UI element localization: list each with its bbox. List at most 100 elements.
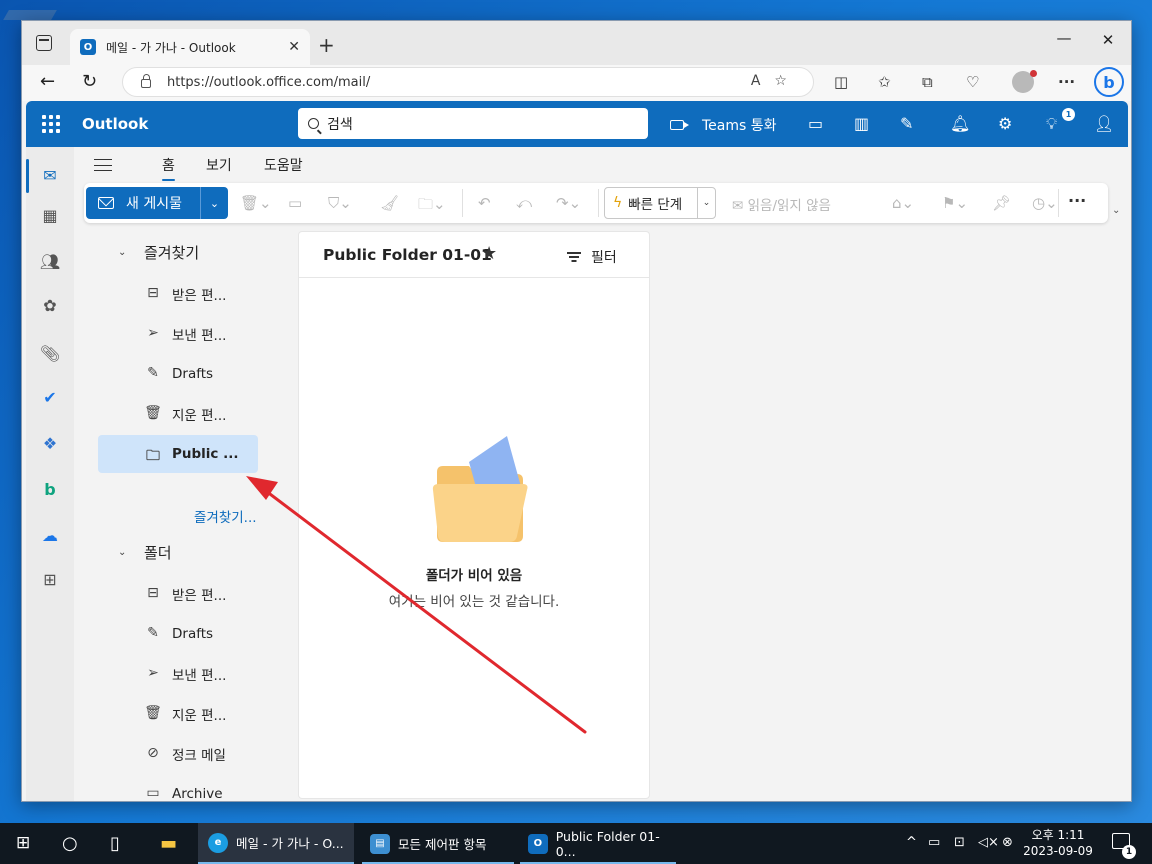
favorite-item-sent[interactable]: ➢ 보낸 편... — [98, 315, 258, 353]
browser-tab-outlook[interactable]: O 메일 - 가 가나 - Outlook ✕ — [70, 29, 310, 65]
more-apps-icon[interactable]: ⊞ — [40, 569, 60, 589]
taskbar-item-control-panel[interactable]: ▤ 모든 제어판 항목 — [360, 823, 516, 864]
notifications-bell-icon[interactable]: 🔔︎ — [950, 114, 970, 133]
meet-now-icon[interactable]: ▭ — [808, 114, 823, 133]
filter-button[interactable]: 필터 — [567, 247, 617, 267]
window-close-button[interactable]: ✕ — [1085, 31, 1131, 49]
taskbar-item-outlook[interactable]: O Public Folder 01-0... — [518, 823, 678, 864]
add-favorite-link[interactable]: 즐겨찾기... — [194, 506, 257, 526]
tab-help[interactable]: 도움말 — [264, 155, 303, 175]
read-aloud-favorite-icons[interactable]: A☆ — [751, 73, 801, 89]
reply-icon[interactable]: ↶ — [478, 194, 491, 212]
people-icon[interactable]: 👥︎ — [40, 251, 60, 271]
account-person-icon[interactable]: 👤︎ — [1094, 114, 1114, 133]
status-x-icon[interactable]: ⊗ — [1002, 835, 1013, 850]
tab-close-icon[interactable]: ✕ — [288, 39, 300, 55]
onedrive-cloud-icon[interactable]: ☁ — [40, 525, 60, 545]
folder-item-inbox[interactable]: ⊟ 받은 편... — [98, 575, 258, 613]
clock-time: 오후 1:11 — [1031, 828, 1085, 842]
favorite-item-public-folder[interactable]: 🗀 Public ... — [98, 435, 258, 473]
system-clock[interactable]: 오후 1:11 2023-09-09 — [1020, 827, 1096, 859]
office-apps-icon[interactable]: ❖ — [40, 433, 60, 453]
sweep-broom-icon[interactable]: 🧹︎ — [380, 194, 399, 212]
folder-label: 받은 편... — [172, 288, 227, 304]
favorites-icon[interactable]: ✩ — [878, 73, 891, 91]
folder-item-junk[interactable]: ⊘ 정크 메일 — [98, 735, 258, 773]
favorite-item-inbox[interactable]: ⊟ 받은 편... — [98, 275, 258, 313]
read-unread-button[interactable]: ✉ 읽음/읽지 않음 — [732, 194, 831, 214]
split-screen-icon[interactable]: ◫ — [834, 73, 848, 91]
favorite-item-deleted[interactable]: 🗑︎ 지운 편... — [98, 395, 258, 433]
desktop-icon[interactable] — [3, 10, 57, 20]
tag-icon[interactable]: ⌂⌄ — [892, 194, 914, 212]
snooze-clock-icon[interactable]: ◷⌄ — [1032, 194, 1058, 212]
mail-icon[interactable]: ✉ — [40, 165, 60, 185]
clock-date: 2023-09-09 — [1023, 844, 1093, 858]
my-day-icon[interactable]: ✎ — [900, 114, 913, 133]
new-tab-button[interactable]: + — [318, 33, 335, 57]
delete-icon[interactable]: 🗑︎⌄ — [240, 194, 272, 212]
favorites-header[interactable]: 즐겨찾기 — [144, 242, 199, 263]
folder-item-deleted[interactable]: 🗑︎ 지운 편... — [98, 695, 258, 733]
collections-icon[interactable]: ⧉ — [922, 73, 933, 91]
power-battery-icon[interactable]: ▭ — [928, 835, 940, 850]
rail-active-indicator — [26, 159, 29, 193]
windows-start-icon[interactable]: ⊞ — [16, 833, 30, 853]
forward-icon[interactable]: ↷⌄ — [556, 194, 581, 212]
folder-item-sent[interactable]: ➢ 보낸 편... — [98, 655, 258, 693]
window-minimize-button[interactable]: — — [1041, 29, 1087, 47]
report-shield-icon[interactable]: ⛉⌄ — [328, 194, 352, 212]
folders-header[interactable]: 폴더 — [144, 542, 172, 563]
favorites-collapse-chevron-icon[interactable]: ⌄ — [118, 247, 126, 258]
show-hidden-icons-chevron-icon[interactable]: ^ — [906, 835, 917, 850]
folders-collapse-chevron-icon[interactable]: ⌄ — [118, 547, 126, 558]
reply-all-icon[interactable]: ⤺ — [516, 194, 532, 212]
favorite-item-drafts[interactable]: ✎ Drafts — [98, 355, 258, 393]
search-placeholder: 검색 — [327, 116, 353, 133]
tab-home[interactable]: 홈 — [162, 155, 175, 181]
task-view-icon[interactable]: ▯ — [110, 833, 120, 854]
groups-icon[interactable]: ✿ — [40, 295, 60, 315]
folder-label: 보낸 편... — [172, 668, 227, 684]
attachment-icon[interactable]: 📎︎ — [40, 343, 60, 363]
file-explorer-icon[interactable]: ▬ — [160, 833, 177, 854]
teams-call-button[interactable]: Teams 통화 — [670, 115, 777, 135]
tips-lightbulb-icon[interactable]: 💡︎ — [1046, 114, 1057, 134]
new-post-button[interactable]: 새 게시물 ⌄ — [86, 187, 228, 219]
back-icon[interactable]: ← — [40, 71, 55, 92]
tab-view[interactable]: 보기 — [206, 155, 232, 175]
profile-avatar[interactable] — [1012, 70, 1037, 93]
bing-icon[interactable]: b — [40, 479, 60, 499]
move-to-folder-icon[interactable]: 🗀⌄ — [418, 194, 446, 219]
outlook-brand[interactable]: Outlook — [82, 115, 148, 133]
favorite-star-icon[interactable]: ★ — [481, 243, 497, 264]
app-launcher-icon[interactable] — [42, 115, 60, 133]
hamburger-menu-icon[interactable] — [94, 159, 112, 171]
refresh-icon[interactable]: ↻ — [82, 71, 97, 92]
quick-steps-dropdown-chevron-icon[interactable]: ⌄ — [697, 188, 715, 218]
pin-icon[interactable]: 📌︎ — [992, 194, 1011, 212]
flag-icon[interactable]: ⚑⌄ — [942, 194, 968, 212]
more-options-icon[interactable]: ··· — [1068, 191, 1086, 210]
settings-more-icon[interactable]: ··· — [1058, 73, 1075, 91]
volume-muted-icon[interactable]: ◁× — [978, 835, 999, 850]
search-box[interactable]: 검색 — [298, 108, 648, 139]
tab-actions-icon[interactable] — [36, 35, 52, 51]
folder-item-archive[interactable]: ▭ Archive — [98, 775, 258, 801]
folder-item-drafts[interactable]: ✎ Drafts — [98, 615, 258, 653]
bing-copilot-icon[interactable]: b — [1094, 67, 1124, 97]
calendar-icon[interactable]: ▦ — [40, 205, 60, 225]
folder-label: Public ... — [172, 446, 239, 462]
network-icon[interactable]: ⊡ — [954, 835, 965, 850]
search-icon[interactable]: ○ — [62, 833, 78, 854]
ribbon-expand-chevron-icon[interactable]: ⌄ — [1112, 205, 1120, 216]
archive-icon[interactable]: ▭ — [288, 194, 302, 212]
office-icon[interactable]: ▥ — [854, 114, 869, 133]
address-bar[interactable]: https://outlook.office.com/mail/ A☆ — [122, 67, 814, 97]
quick-steps-button[interactable]: ϟ 빠른 단계 ⌄ — [604, 187, 716, 219]
todo-check-icon[interactable]: ✔ — [40, 387, 60, 407]
browser-essentials-icon[interactable]: ♡ — [966, 73, 979, 91]
new-post-dropdown-chevron-icon[interactable]: ⌄ — [200, 187, 228, 219]
taskbar-item-edge[interactable]: e 메일 - 가 가나 - O... — [198, 823, 354, 864]
settings-gear-icon[interactable]: ⚙ — [998, 114, 1012, 133]
